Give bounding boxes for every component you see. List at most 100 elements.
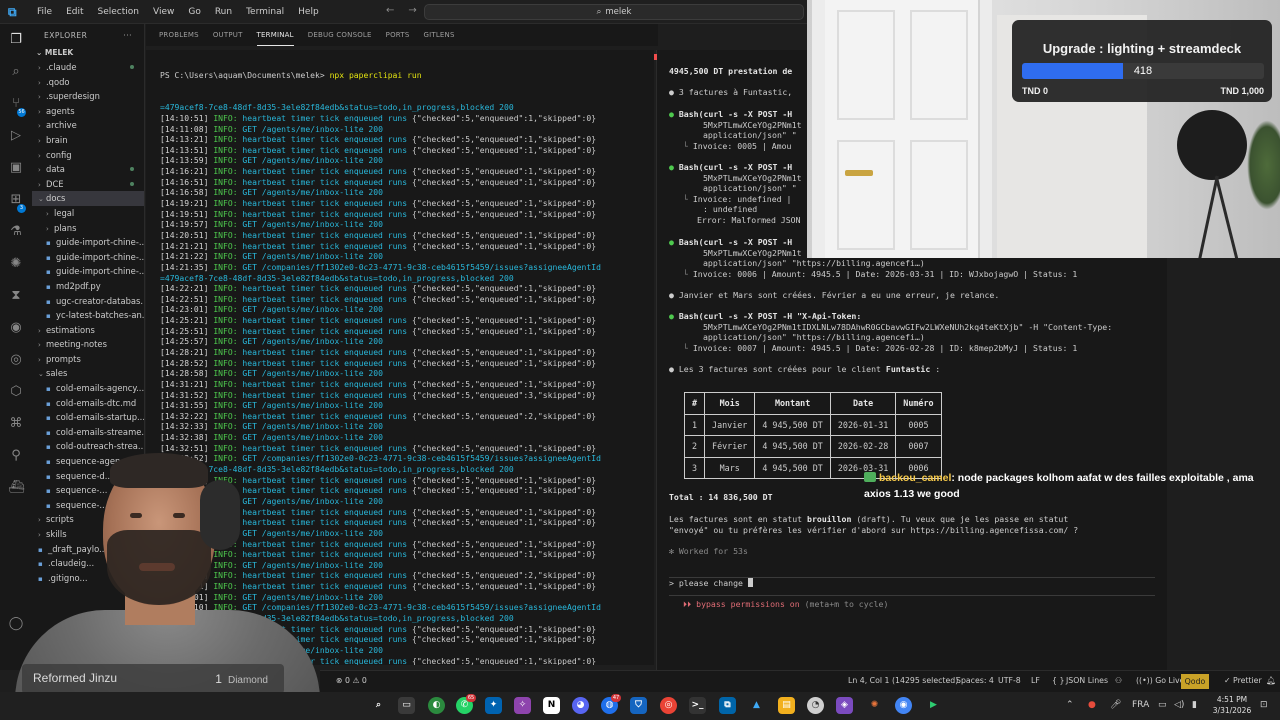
run-debug-icon[interactable]: ▷: [8, 128, 24, 144]
explorer-icon[interactable]: ❐: [8, 32, 24, 48]
term-line: └ Invoice: undefined |: [683, 193, 792, 204]
folder-item[interactable]: › config: [32, 148, 144, 163]
clock[interactable]: 4:51 PM 3/31/2026: [1210, 694, 1254, 716]
folder-item[interactable]: ⌄ sales: [32, 366, 144, 381]
file-icon: ▪: [46, 428, 51, 437]
copilot-icon[interactable]: ✺: [8, 256, 24, 272]
app-icon[interactable]: ✧: [514, 697, 531, 714]
search-icon[interactable]: ⌕: [370, 697, 387, 714]
folder-item[interactable]: › estimations: [32, 323, 144, 338]
python-icon[interactable]: ⌘: [8, 416, 24, 432]
arc-icon[interactable]: ▲: [748, 697, 765, 714]
problems-count[interactable]: ⊗ 0 ⚠ 0: [336, 676, 367, 685]
notion-icon[interactable]: N: [543, 697, 560, 714]
language-mode[interactable]: JSON Lines: [1066, 676, 1108, 685]
folder-item[interactable]: › legal: [32, 206, 144, 221]
file-item[interactable]: ▪ cold-emails-streame...: [32, 425, 144, 440]
tab-ports[interactable]: PORTS: [386, 24, 410, 46]
language-indicator[interactable]: FRA: [1132, 700, 1149, 710]
claude-icon[interactable]: ✺: [866, 697, 883, 714]
forward-arrow-icon[interactable]: →: [408, 5, 416, 16]
menu-item-view[interactable]: View: [146, 0, 181, 24]
more-actions-icon[interactable]: ···: [123, 31, 132, 40]
notifications-icon[interactable]: 🔔︎: [1266, 676, 1276, 685]
chrome-alt-icon[interactable]: ◐: [428, 697, 445, 714]
shield-icon[interactable]: ⛉: [630, 697, 647, 714]
obs-icon[interactable]: ◈: [836, 697, 853, 714]
file-explorer-icon[interactable]: ▤: [778, 697, 795, 714]
indentation[interactable]: Spaces: 4: [956, 676, 994, 685]
microphone-icon[interactable]: 🎤︎: [1110, 700, 1121, 710]
menu-item-go[interactable]: Go: [181, 0, 207, 24]
file-item[interactable]: ▪ guide-import-chine-...: [32, 250, 144, 265]
menu-item-file[interactable]: File: [30, 0, 59, 24]
folder-item[interactable]: › data: [32, 162, 144, 177]
discord-icon[interactable]: ◕: [572, 697, 589, 714]
menu-item-selection[interactable]: Selection: [91, 0, 146, 24]
file-item[interactable]: ▪ ugc-creator-databas...: [32, 294, 144, 309]
folder-item[interactable]: › archive: [32, 118, 144, 133]
chrome-icon[interactable]: ◎: [660, 697, 677, 714]
qodo-button[interactable]: Qodo: [1181, 674, 1209, 689]
folder-item[interactable]: › brain: [32, 133, 144, 148]
terminal-icon[interactable]: >_: [689, 697, 706, 714]
file-item[interactable]: ▪ cold-emails-agency...: [32, 381, 144, 396]
tree-item-label: prompts: [46, 353, 81, 364]
network-icon[interactable]: ▭: [1158, 700, 1167, 710]
package-icon[interactable]: ⬡: [8, 384, 24, 400]
cursor-position[interactable]: Ln 4, Col 1 (14295 selected): [848, 676, 958, 685]
table-row: 1 Janvier 4 945,500 DT 2026-01-31 0005: [683, 413, 942, 436]
menu-item-edit[interactable]: Edit: [59, 0, 90, 24]
menu-item-run[interactable]: Run: [208, 0, 239, 24]
file-item[interactable]: ▪ yc-latest-batches-an...: [32, 308, 144, 323]
notification-center-icon[interactable]: ⊡: [1260, 700, 1268, 710]
tab-gitlens[interactable]: GITLENS: [423, 24, 454, 46]
app-icon[interactable]: ◔: [807, 697, 824, 714]
gitlens-icon[interactable]: ◉: [8, 320, 24, 336]
file-item[interactable]: ▪ guide-import-chine-...: [32, 235, 144, 250]
folder-item[interactable]: › .qodo: [32, 75, 144, 90]
tab-problems[interactable]: PROBLEMS: [159, 24, 199, 46]
battery-icon[interactable]: ▮: [1192, 700, 1197, 710]
back-arrow-icon[interactable]: ←: [386, 5, 394, 16]
remote-explorer-icon[interactable]: ▣: [8, 160, 24, 176]
go-live[interactable]: ((•)) Go Live: [1136, 676, 1184, 685]
copilot-app-icon[interactable]: ✦: [485, 697, 502, 714]
database-icon[interactable]: ◎: [8, 352, 24, 368]
bash-call: ● Bash(curl -s -X POST -H: [669, 237, 793, 247]
task-view-icon[interactable]: ▭: [398, 697, 415, 714]
folder-item[interactable]: › .claude: [32, 60, 144, 75]
testing-icon[interactable]: ⚗: [8, 224, 24, 240]
folder-item[interactable]: › meeting-notes: [32, 337, 144, 352]
folder-item[interactable]: › agents: [32, 104, 144, 119]
tray-app-icon[interactable]: ●: [1088, 700, 1096, 710]
tab-terminal[interactable]: TERMINAL: [256, 25, 294, 46]
timeline-icon[interactable]: ⧗: [8, 288, 24, 304]
search-icon[interactable]: ⌕: [8, 64, 24, 80]
chrome-profile-icon[interactable]: ◉: [895, 697, 912, 714]
menu-item-terminal[interactable]: Terminal: [239, 0, 291, 24]
workspace-root[interactable]: ⌄ MELEK: [32, 46, 144, 60]
volume-icon[interactable]: ◁): [1174, 700, 1184, 710]
copilot-status-icon[interactable]: ⚇: [1115, 676, 1122, 685]
encoding[interactable]: UTF-8: [998, 676, 1021, 685]
play-icon[interactable]: ▶: [925, 697, 942, 714]
prettier[interactable]: ✓ Prettier: [1224, 676, 1262, 685]
tab-debug-console[interactable]: DEBUG CONSOLE: [308, 24, 372, 46]
tab-output[interactable]: OUTPUT: [213, 24, 243, 46]
file-item[interactable]: ▪ guide-import-chine-...: [32, 264, 144, 279]
file-item[interactable]: ▪ cold-emails-startup...: [32, 410, 144, 425]
eol[interactable]: LF: [1031, 676, 1040, 685]
chat-input[interactable]: > please change: [669, 578, 753, 589]
menu-item-help[interactable]: Help: [291, 0, 326, 24]
folder-item[interactable]: › plans: [32, 221, 144, 236]
folder-item[interactable]: ⌄ docs: [32, 191, 144, 206]
folder-item[interactable]: › .superdesign: [32, 89, 144, 104]
command-center-search[interactable]: ⌕ melek: [424, 4, 804, 20]
folder-item[interactable]: › DCE: [32, 177, 144, 192]
folder-item[interactable]: › prompts: [32, 352, 144, 367]
file-item[interactable]: ▪ cold-emails-dtc.md: [32, 396, 144, 411]
tray-overflow-icon[interactable]: ⌃: [1066, 700, 1074, 710]
file-item[interactable]: ▪ md2pdf.py: [32, 279, 144, 294]
vscode-icon[interactable]: ⧉: [719, 697, 736, 714]
